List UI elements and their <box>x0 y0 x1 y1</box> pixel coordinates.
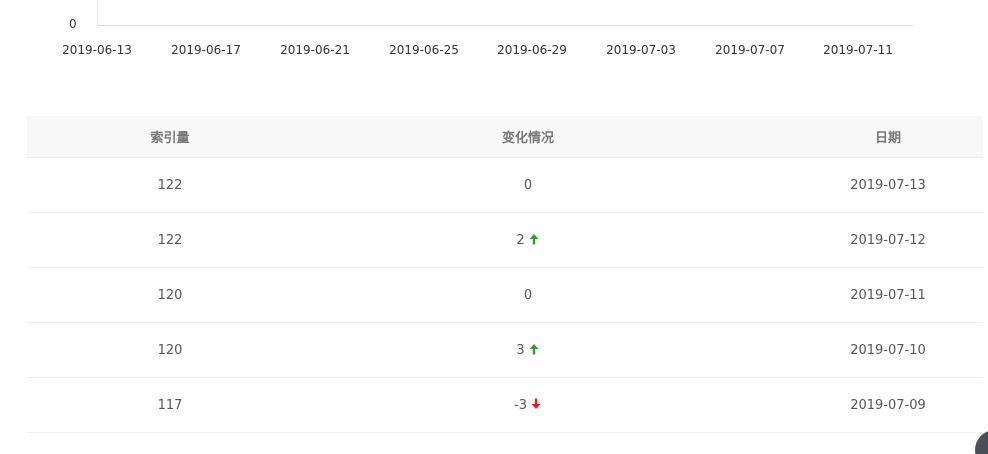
cell-index: 122 <box>157 177 183 193</box>
cell-change: 0 <box>313 288 743 303</box>
cell-date: 2019-07-12 <box>850 232 926 248</box>
arrow-up-icon <box>529 343 539 354</box>
cell-date-wrap: 2019-07-10 <box>743 343 983 358</box>
x-tick-label: 2019-07-07 <box>715 43 785 57</box>
x-tick-label: 2019-06-21 <box>280 43 350 57</box>
table-row: 122 2 2019-07-12 <box>27 213 983 268</box>
header-change: 变化情况 <box>501 131 554 146</box>
cell-index: 117 <box>157 397 183 413</box>
cell-date: 2019-07-09 <box>850 397 926 413</box>
table-body: 122 0 2019-07-13 122 2 2019-07-12 120 0 2019-07-… <box>27 158 983 433</box>
header-date-wrap: 日期 <box>743 127 983 146</box>
cell-change: 2 <box>313 233 743 248</box>
y-axis-line <box>97 0 98 26</box>
change-value: 3 <box>516 342 525 358</box>
cell-date-wrap: 2019-07-09 <box>743 398 983 413</box>
change-value: 0 <box>523 287 533 303</box>
arrow-up-icon <box>529 233 539 244</box>
arrow-down-icon <box>531 398 541 409</box>
cell-date: 2019-07-13 <box>850 177 926 193</box>
chart-axis-area: 0 2019-06-13 2019-06-17 2019-06-21 2019-… <box>0 0 988 70</box>
cell-index: 120 <box>157 287 183 303</box>
table-row: 120 0 2019-07-11 <box>27 268 983 323</box>
cell-index: 120 <box>157 342 183 358</box>
floating-action-button[interactable] <box>975 430 988 454</box>
x-tick-label: 2019-06-29 <box>497 43 567 57</box>
page: 0 2019-06-13 2019-06-17 2019-06-21 2019-… <box>0 0 988 454</box>
x-tick-label: 2019-06-17 <box>171 43 241 57</box>
cell-date-wrap: 2019-07-12 <box>743 233 983 248</box>
x-axis-line <box>97 25 913 26</box>
x-tick-label: 2019-07-03 <box>606 43 676 57</box>
table-row: 120 3 2019-07-10 <box>27 323 983 378</box>
cell-change: -3 <box>313 398 743 413</box>
x-tick-label: 2019-06-25 <box>389 43 459 57</box>
cell-date: 2019-07-11 <box>850 287 926 303</box>
index-table: 索引量 变化情况 日期 122 0 2019-07-13 122 2 2019-07-12… <box>27 116 983 433</box>
change-value: 0 <box>523 177 533 193</box>
x-tick-label: 2019-06-13 <box>62 43 132 57</box>
cell-index: 122 <box>157 232 183 248</box>
y-axis-zero-label: 0 <box>69 17 77 31</box>
cell-change: 3 <box>313 343 743 358</box>
x-tick-label: 2019-07-11 <box>823 43 893 57</box>
header-date: 日期 <box>874 131 901 146</box>
change-value: 2 <box>516 232 525 248</box>
table-row: 122 0 2019-07-13 <box>27 158 983 213</box>
table-header: 索引量 变化情况 日期 <box>27 116 983 158</box>
cell-date: 2019-07-10 <box>850 342 926 358</box>
table-row: 117 -3 2019-07-09 <box>27 378 983 433</box>
header-index: 索引量 <box>150 131 190 146</box>
change-value: -3 <box>514 397 527 413</box>
cell-date-wrap: 2019-07-13 <box>743 178 983 193</box>
cell-date-wrap: 2019-07-11 <box>743 288 983 303</box>
cell-change: 0 <box>313 178 743 193</box>
